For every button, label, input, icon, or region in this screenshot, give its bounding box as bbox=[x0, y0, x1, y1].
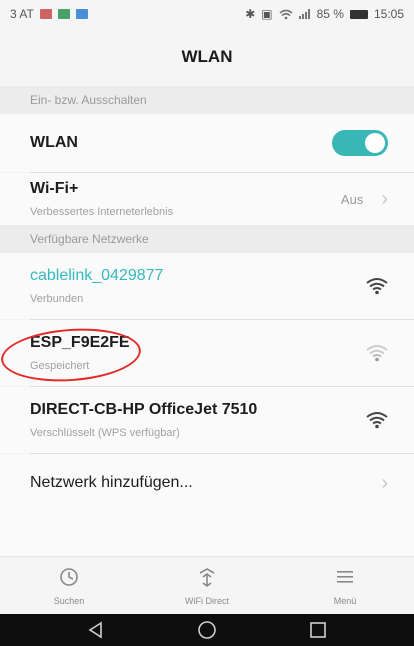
menu-button[interactable]: Menü bbox=[285, 566, 405, 606]
chevron-right-icon: › bbox=[381, 187, 388, 210]
section-header-available: Verfügbare Netzwerke bbox=[0, 225, 414, 253]
vibrate-icon: ▣ bbox=[261, 7, 273, 21]
wifi-plus-subtitle: Verbessertes Interneterlebnis bbox=[30, 206, 174, 218]
wifi-status-icon bbox=[279, 9, 293, 19]
switch-knob bbox=[365, 133, 385, 153]
wifi-plus-value: Aus bbox=[340, 191, 364, 207]
nav-label: Menü bbox=[333, 596, 357, 606]
status-bar: 3 AT ✱ ▣ 85 % 15:05 bbox=[0, 0, 414, 28]
status-bar-left: 3 AT bbox=[10, 7, 88, 21]
wifi-direct-icon bbox=[199, 568, 215, 587]
notification-app-icon bbox=[39, 9, 52, 19]
add-network-row[interactable]: Netzwerk hinzufügen... › bbox=[0, 454, 414, 512]
status-bar-right: ✱ ▣ 85 % 15:05 bbox=[245, 7, 404, 21]
network-name: cablelink_0429877 bbox=[30, 267, 164, 284]
battery-percent: 85 % bbox=[316, 7, 344, 21]
wifi-locked-icon bbox=[366, 412, 388, 429]
recents-icon[interactable] bbox=[309, 621, 327, 639]
network-status: Verschlüsselt (WPS verfügbar) bbox=[30, 427, 180, 439]
network-name: DIRECT-CB-HP OfficeJet 7510 bbox=[30, 401, 258, 418]
bottom-nav: Suchen WiFi Direct Menü bbox=[0, 556, 414, 615]
refresh-search-icon bbox=[60, 568, 78, 586]
nav-label: WiFi Direct bbox=[185, 596, 229, 606]
wifi-plus-label: Wi-Fi+ bbox=[30, 180, 79, 197]
back-icon[interactable] bbox=[87, 621, 105, 639]
system-nav-bar bbox=[0, 614, 414, 646]
home-icon[interactable] bbox=[197, 620, 217, 640]
wifi-direct-button[interactable]: WiFi Direct bbox=[147, 566, 267, 606]
wlan-switch[interactable] bbox=[332, 130, 388, 156]
bluetooth-icon: ✱ bbox=[245, 7, 256, 21]
chevron-right-icon: › bbox=[381, 471, 388, 494]
network-item[interactable]: cablelink_0429877 Verbunden bbox=[0, 253, 414, 319]
network-item[interactable]: DIRECT-CB-HP OfficeJet 7510 Verschlüssel… bbox=[0, 387, 414, 453]
add-network-label: Netzwerk hinzufügen... bbox=[30, 474, 193, 491]
wlan-label: WLAN bbox=[30, 134, 78, 151]
wifi-weak-icon bbox=[366, 345, 388, 362]
battery-icon bbox=[349, 9, 368, 19]
search-button[interactable]: Suchen bbox=[9, 566, 129, 606]
wifi-locked-icon bbox=[366, 278, 388, 295]
clock: 15:05 bbox=[373, 7, 404, 21]
page-title: WLAN bbox=[0, 28, 414, 86]
network-status: Verbunden bbox=[30, 293, 84, 305]
notification-app-icon bbox=[57, 9, 70, 19]
menu-icon bbox=[337, 571, 353, 583]
signal-icon bbox=[298, 9, 310, 19]
empty-area bbox=[0, 512, 414, 556]
carrier-label: 3 AT bbox=[10, 7, 34, 21]
section-header-switch: Ein- bzw. Ausschalten bbox=[0, 86, 414, 114]
notification-app-icon bbox=[75, 9, 88, 19]
nav-label: Suchen bbox=[53, 596, 85, 606]
wlan-toggle-row[interactable]: WLAN bbox=[0, 114, 414, 172]
wifi-plus-row[interactable]: Wi-Fi+ Verbessertes Interneterlebnis Aus… bbox=[0, 173, 414, 225]
